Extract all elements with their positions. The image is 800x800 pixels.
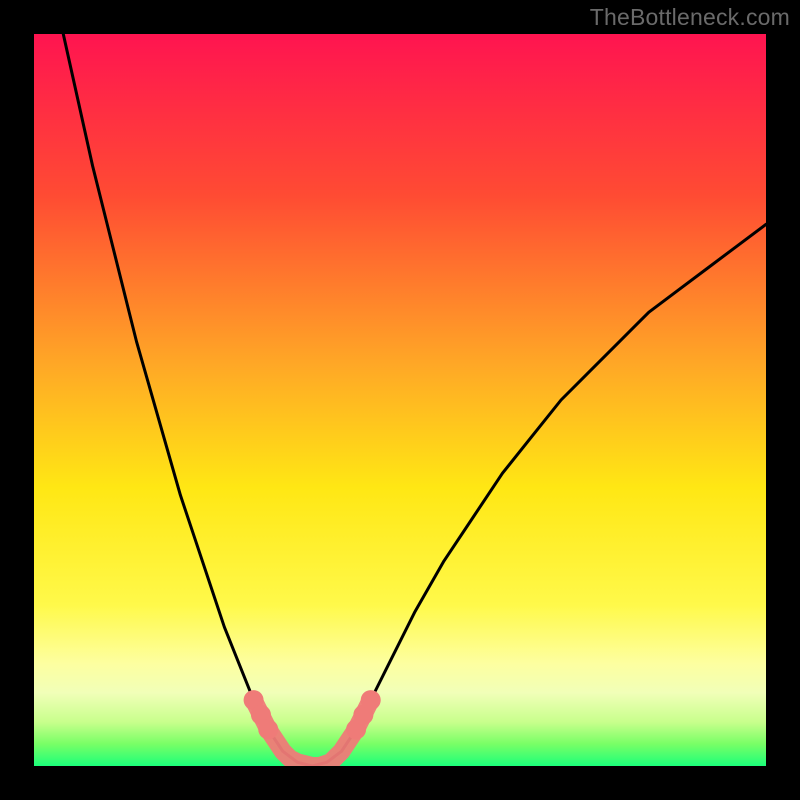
highlight-marker	[361, 690, 381, 710]
plot-area	[34, 34, 766, 766]
chart-svg	[34, 34, 766, 766]
gradient-background	[34, 34, 766, 766]
highlight-marker	[258, 719, 278, 739]
chart-frame: TheBottleneck.com	[0, 0, 800, 800]
watermark-text: TheBottleneck.com	[590, 4, 790, 31]
